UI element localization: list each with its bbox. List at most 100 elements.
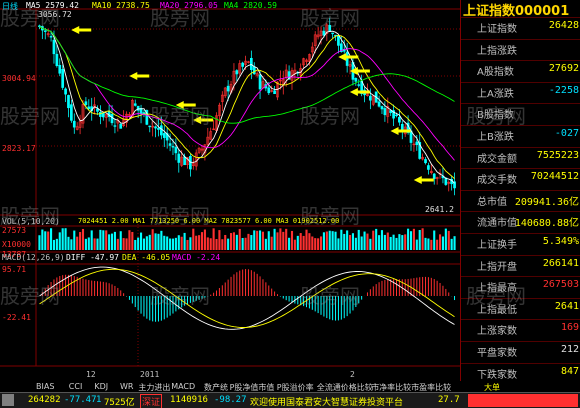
volume-bar	[430, 239, 433, 250]
volume-bars	[38, 228, 456, 250]
info-row-label: 上指开盘	[477, 261, 517, 273]
volume-bar	[322, 232, 325, 250]
candle-body	[162, 133, 166, 138]
info-row: 上B涨跌 -027	[461, 125, 580, 143]
volume-bar	[131, 231, 134, 250]
volume-bar	[279, 228, 282, 250]
volume-bar	[134, 239, 137, 250]
kline-chart[interactable]	[0, 0, 460, 382]
info-row-label: 流通市值	[477, 218, 517, 230]
volume-bar	[76, 236, 79, 250]
volume-bar	[169, 238, 172, 250]
price-axis-label: 2823.17	[2, 144, 36, 153]
volume-bar	[125, 238, 128, 250]
indicator-tab[interactable]: KDJ	[94, 382, 108, 391]
candle-body	[142, 112, 146, 114]
indicator-tab[interactable]: WR	[120, 382, 133, 391]
volume-bar	[424, 237, 427, 250]
volume-bar	[67, 236, 70, 250]
volume-bar	[166, 236, 169, 250]
candle-body	[168, 143, 172, 146]
candle-body	[113, 125, 117, 127]
exchange-badge[interactable]: 深证	[140, 394, 163, 408]
volume-bar	[343, 233, 346, 250]
volume-bar	[122, 238, 125, 250]
volume-bar	[389, 236, 392, 250]
info-row-label: 上指涨跌	[477, 45, 517, 57]
volume-bar	[198, 235, 201, 250]
menu-icon[interactable]	[2, 394, 14, 406]
volume-bar	[79, 232, 82, 250]
volume-bar	[55, 238, 58, 250]
volume-bar	[157, 233, 160, 250]
candle-body	[377, 101, 381, 107]
volume-bar	[311, 236, 314, 250]
volume-bar	[421, 228, 424, 250]
volume-bar	[203, 229, 206, 250]
volume-bar	[319, 236, 323, 250]
volume-bar	[215, 239, 218, 250]
volume-bar	[99, 229, 102, 250]
candlesticks	[38, 17, 456, 196]
volume-bar	[398, 234, 401, 250]
candle-body	[252, 66, 256, 75]
info-row: 下跌家数 847	[461, 362, 580, 381]
info-row-value: -2258	[548, 84, 579, 96]
volume-bar	[293, 239, 296, 250]
chart-area[interactable]: 日线 MA5 2579.42 MA10 2738.75 MA20 2796.05…	[0, 0, 460, 382]
candle-body	[67, 95, 70, 109]
volume-bar	[407, 228, 410, 250]
candle-body	[432, 173, 436, 179]
candle-body	[258, 74, 262, 90]
volume-bar	[232, 232, 235, 250]
volume-bar	[235, 234, 238, 250]
volume-bar	[224, 234, 227, 250]
indicator-tab[interactable]: CCI	[69, 382, 83, 391]
volume-bar	[259, 230, 262, 250]
indicator-tab[interactable]: BIAS	[36, 382, 54, 391]
volume-bar	[154, 233, 157, 250]
volume-bar	[386, 232, 389, 250]
macd-lines	[39, 266, 455, 330]
volume-bar	[290, 230, 294, 250]
info-row: 上指开盘 266141	[461, 254, 580, 273]
volume-bar	[73, 230, 76, 250]
info-row-value: 27692	[548, 63, 579, 75]
macd-dea-label: DEA -46.05	[122, 253, 171, 262]
period-label: 日线	[2, 2, 18, 11]
volume-bar	[444, 228, 447, 250]
info-row-value: 847	[560, 365, 579, 377]
info-row: B股指数	[461, 103, 580, 121]
volume-bar	[285, 228, 288, 250]
info-row-label: 上指最高	[477, 283, 517, 295]
status-sz-change: -98.27	[214, 395, 247, 405]
volume-bar	[334, 231, 337, 250]
candle-body	[241, 62, 244, 67]
status-volume: 7525亿	[104, 398, 135, 408]
volume-bar	[229, 233, 233, 250]
volume-bar	[206, 237, 209, 250]
indicator-tab[interactable]: MACD	[171, 382, 195, 391]
info-row: 平盘家数 212	[461, 341, 580, 359]
volume-bar	[102, 230, 105, 250]
volume-bar	[363, 231, 366, 250]
status-right-block	[468, 394, 578, 407]
info-row: 上指涨跌	[461, 38, 580, 57]
candle-body	[424, 159, 427, 164]
volume-bar	[50, 228, 53, 250]
candle-body	[171, 146, 175, 148]
volume-bar	[96, 238, 99, 250]
status-right-value: 27.7	[438, 395, 460, 405]
volume-bar	[128, 230, 131, 250]
volume-bar	[142, 238, 146, 250]
candle-body	[154, 126, 157, 129]
volume-bar	[308, 233, 311, 250]
macd-line	[39, 266, 455, 330]
info-row: 上涨家数 169	[461, 319, 580, 337]
volume-bar	[296, 235, 299, 250]
volume-bar	[273, 228, 276, 250]
volume-bar	[415, 239, 418, 250]
info-row-value: 70244512	[530, 171, 579, 183]
volume-bar	[113, 231, 116, 250]
candle-body	[357, 84, 361, 86]
